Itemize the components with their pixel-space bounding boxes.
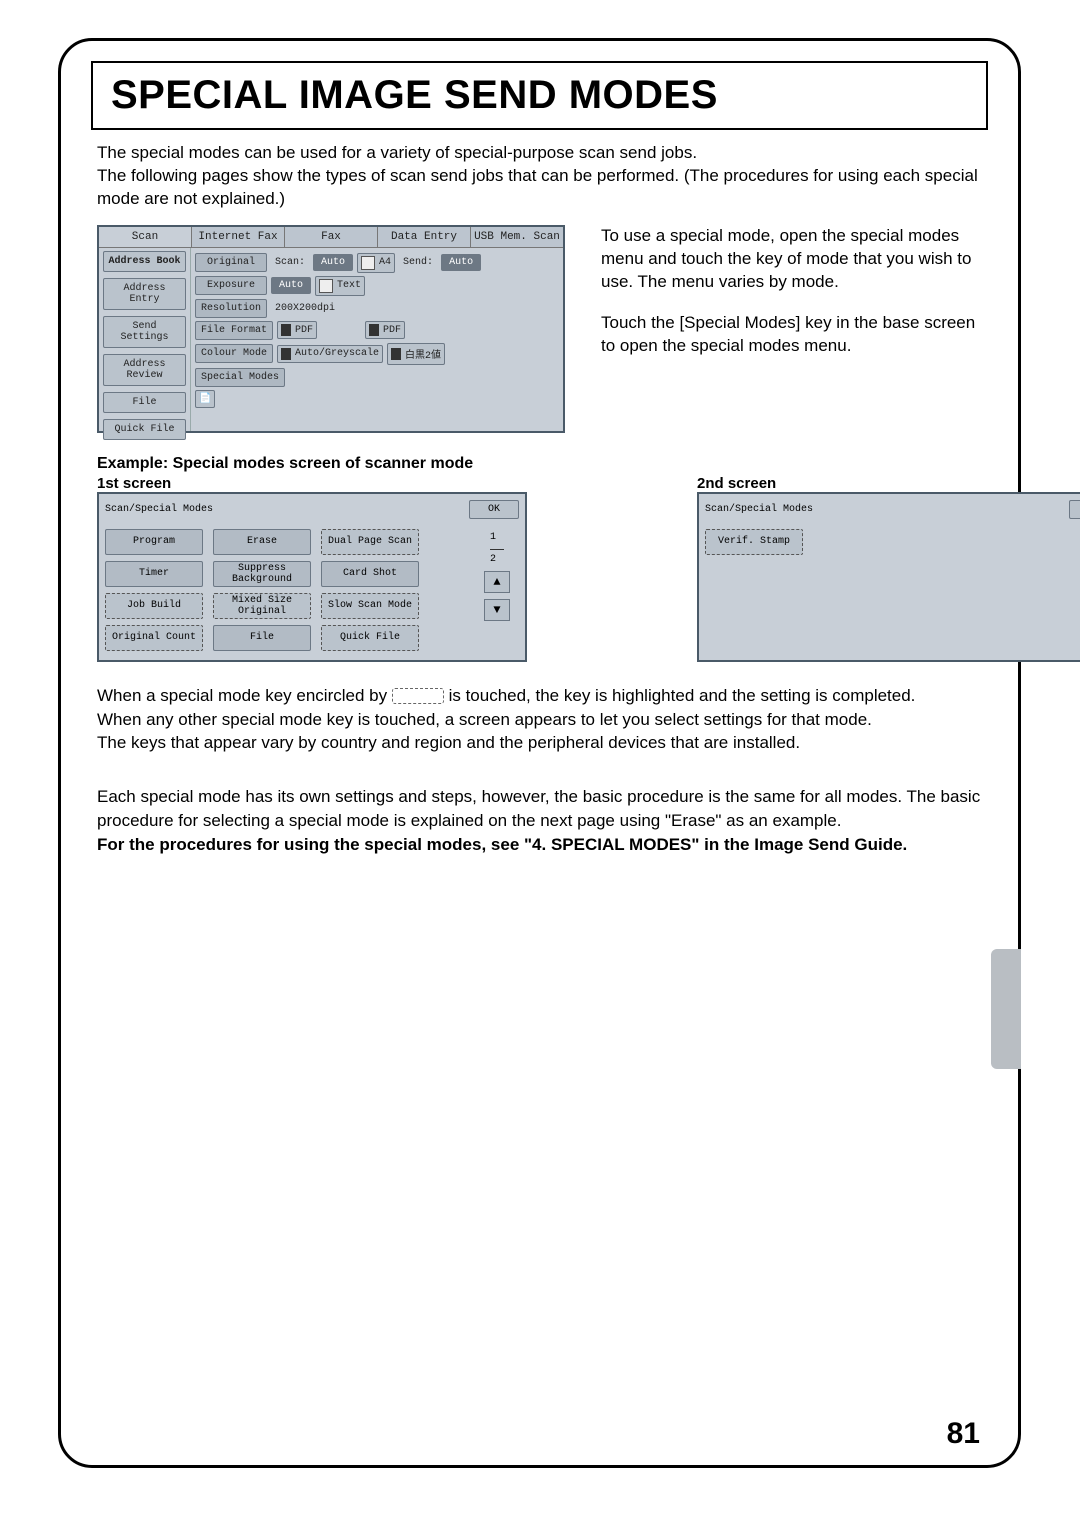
intro-block: The special modes can be used for a vari… xyxy=(97,142,982,211)
scan-auto: Auto xyxy=(313,254,353,271)
special-modes-screen1: Scan/Special Modes OK Program Erase Dual… xyxy=(97,492,527,662)
resolution-value: 200X200dpi xyxy=(271,303,339,314)
colour-flag-icon xyxy=(281,324,291,336)
body-2: When any other special mode key is touch… xyxy=(97,710,872,729)
colourmode-button[interactable]: Colour Mode xyxy=(195,344,273,363)
scan-label: Scan: xyxy=(271,257,309,268)
exposure-button[interactable]: Exposure xyxy=(195,276,267,295)
side-file[interactable]: File xyxy=(103,392,186,413)
side-address-entry[interactable]: Address Entry xyxy=(103,278,186,310)
mode-slow-scan[interactable]: Slow Scan Mode xyxy=(321,593,419,619)
second-screen-label: 2nd screen xyxy=(697,475,1080,492)
tab-scan[interactable]: Scan xyxy=(99,227,192,247)
right-para1: To use a special mode, open the special … xyxy=(601,225,988,294)
page-icon xyxy=(361,256,375,270)
side-send-settings[interactable]: Send Settings xyxy=(103,316,186,348)
mode-card-shot[interactable]: Card Shot xyxy=(321,561,419,587)
cm-bw2: 白黒2値 xyxy=(387,343,445,365)
text-icon xyxy=(319,279,333,293)
body-1a: When a special mode key encircled by xyxy=(97,686,387,705)
mode-program[interactable]: Program xyxy=(105,529,203,555)
body-1b: is touched, the key is highlighted and t… xyxy=(449,686,916,705)
right-para2: Touch the [Special Modes] key in the bas… xyxy=(601,312,988,358)
tab-data-entry[interactable]: Data Entry xyxy=(378,227,471,247)
mode-job-build[interactable]: Job Build xyxy=(105,593,203,619)
page-indicator-1: 12 xyxy=(490,532,504,565)
body-3: The keys that appear vary by country and… xyxy=(97,733,800,752)
section-tab xyxy=(991,949,1021,1069)
ok-button-1[interactable]: OK xyxy=(469,500,519,519)
special-modes-button[interactable]: Special Modes xyxy=(195,368,285,387)
scan-size: A4 xyxy=(357,253,395,273)
base-screen-panel: Scan Internet Fax Fax Data Entry USB Mem… xyxy=(97,225,565,433)
exposure-text: Text xyxy=(315,276,365,296)
exposure-auto: Auto xyxy=(271,277,311,294)
tab-fax[interactable]: Fax xyxy=(285,227,378,247)
ff-pdf-colour: PDF xyxy=(277,321,317,339)
preview-icon: 📄 xyxy=(199,393,211,405)
body-4: Each special mode has its own settings a… xyxy=(97,787,980,830)
mode-mixed-size[interactable]: Mixed Size Original xyxy=(213,593,311,619)
page-down-1[interactable]: ▼ xyxy=(484,599,510,621)
mode-orig-count[interactable]: Original Count xyxy=(105,625,203,651)
mode-file[interactable]: File xyxy=(213,625,311,651)
tab-usb[interactable]: USB Mem. Scan xyxy=(471,227,563,247)
side-quick-file[interactable]: Quick File xyxy=(103,419,186,440)
original-button[interactable]: Original xyxy=(195,253,267,272)
tab-ifax[interactable]: Internet Fax xyxy=(192,227,285,247)
mode-erase[interactable]: Erase xyxy=(213,529,311,555)
side-address-book[interactable]: Address Book xyxy=(103,251,186,272)
bw-flag-icon xyxy=(369,324,379,336)
title-box: SPECIAL IMAGE SEND MODES xyxy=(91,61,988,130)
ok-button-2[interactable]: OK xyxy=(1069,500,1080,519)
special-modes-screen2: Scan/Special Modes OK Verif. Stamp 22 ▲ … xyxy=(697,492,1080,662)
page-number: 81 xyxy=(947,1417,980,1451)
dashed-key-sample xyxy=(392,688,444,704)
resolution-button[interactable]: Resolution xyxy=(195,299,267,318)
ff-pdf-bw: PDF xyxy=(365,321,405,339)
mode-quick-file[interactable]: Quick File xyxy=(321,625,419,651)
fileformat-button[interactable]: File Format xyxy=(195,321,273,340)
panel-b-title: Scan/Special Modes xyxy=(105,504,213,515)
intro-line2: The following pages show the types of sc… xyxy=(97,165,982,211)
panel-c-title: Scan/Special Modes xyxy=(705,504,813,515)
side-address-review[interactable]: Address Review xyxy=(103,354,186,386)
send-auto: Auto xyxy=(441,254,481,271)
mode-timer[interactable]: Timer xyxy=(105,561,203,587)
mode-verif-stamp[interactable]: Verif. Stamp xyxy=(705,529,803,555)
page-up-1[interactable]: ▲ xyxy=(484,571,510,593)
bw2-flag-icon xyxy=(391,348,401,360)
preview-button[interactable]: 📄 xyxy=(195,390,215,408)
intro-line1: The special modes can be used for a vari… xyxy=(97,142,982,165)
example-header: Example: Special modes screen of scanner… xyxy=(97,455,988,473)
mode-dual-page[interactable]: Dual Page Scan xyxy=(321,529,419,555)
send-label: Send: xyxy=(399,257,437,268)
page-title: SPECIAL IMAGE SEND MODES xyxy=(111,73,968,118)
grey-flag-icon xyxy=(281,348,291,360)
cm-autogrey: Auto/Greyscale xyxy=(277,345,383,363)
body-5: For the procedures for using the special… xyxy=(97,835,907,854)
first-screen-label: 1st screen xyxy=(97,475,527,492)
mode-suppress-bg[interactable]: Suppress Background xyxy=(213,561,311,587)
